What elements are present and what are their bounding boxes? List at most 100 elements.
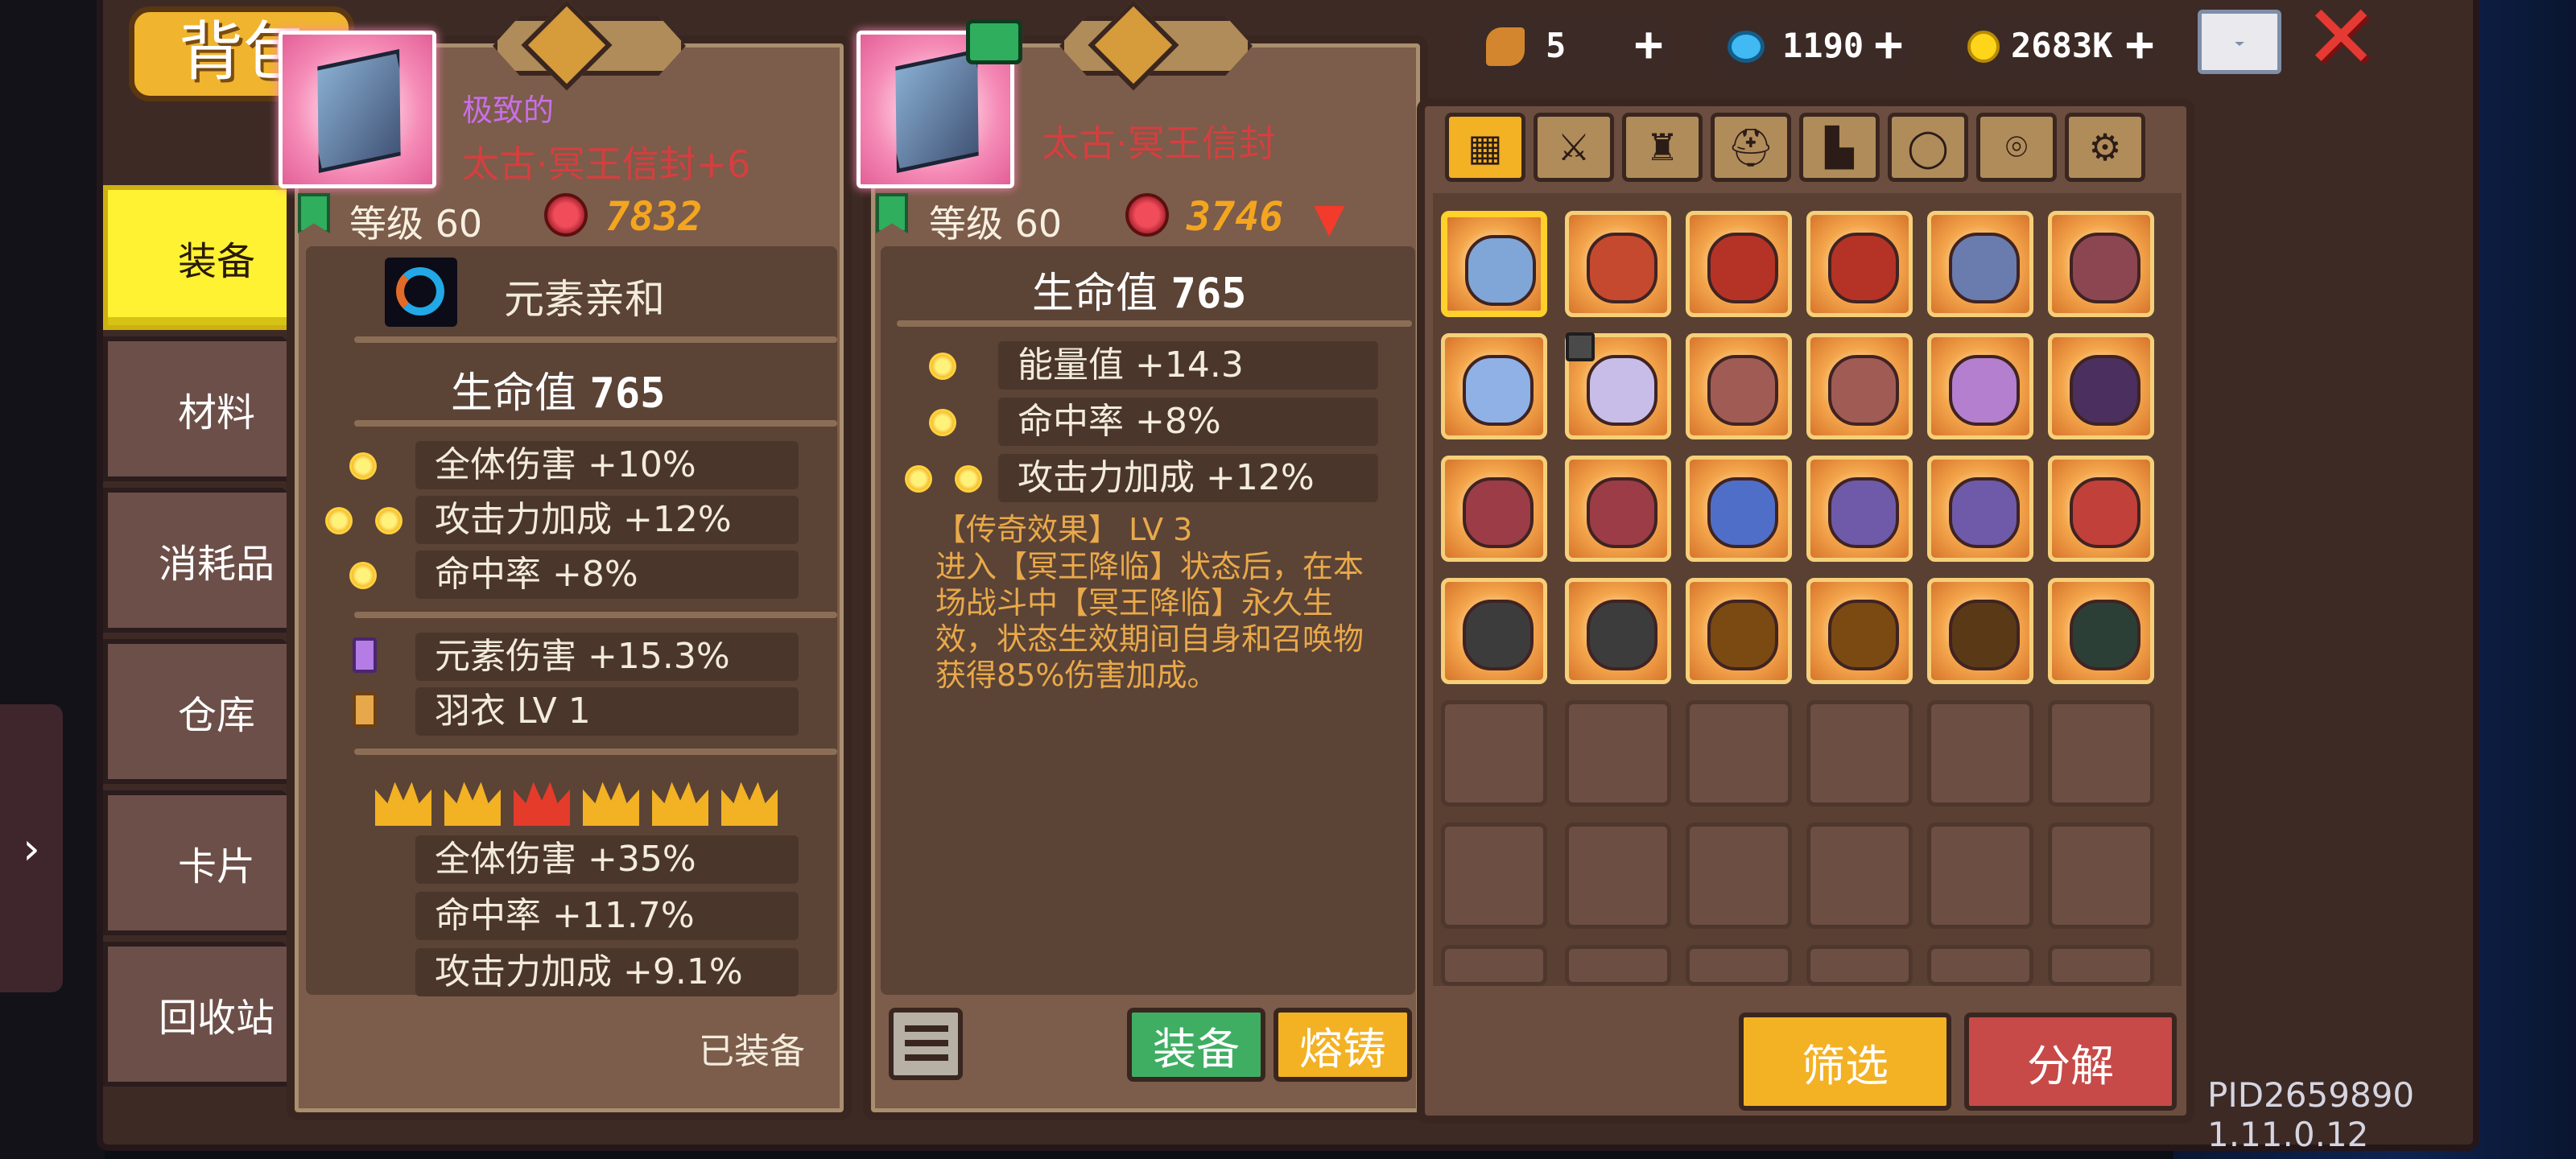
empty-slot[interactable] bbox=[1927, 823, 2033, 929]
empty-slot[interactable] bbox=[1927, 945, 2033, 986]
tome-item-icon bbox=[1828, 355, 1899, 426]
inventory-slot[interactable] bbox=[1927, 333, 2033, 439]
empty-slot[interactable] bbox=[1441, 945, 1547, 986]
inventory-slot[interactable] bbox=[1441, 578, 1547, 684]
filter-helmet-tab[interactable]: ⛑ bbox=[1711, 113, 1791, 182]
inventory-slot[interactable] bbox=[1927, 211, 2033, 317]
filter-ring-tab[interactable]: ◯ bbox=[1888, 113, 1968, 182]
inventory-slot[interactable] bbox=[1806, 456, 1913, 562]
stat-row: 能量值 +14.3 bbox=[998, 341, 1378, 390]
empty-slot[interactable] bbox=[1806, 700, 1913, 806]
empty-slot[interactable] bbox=[1441, 823, 1547, 929]
item-power: 7832 bbox=[605, 193, 703, 240]
empty-slot[interactable] bbox=[1806, 823, 1913, 929]
filter-weapon-tab[interactable]: ⚔ bbox=[1534, 113, 1614, 182]
stat-row: 命中率 +8% bbox=[415, 551, 799, 599]
close-icon[interactable]: ✕ bbox=[2304, 0, 2380, 81]
forge-button[interactable]: 熔铸 bbox=[1274, 1008, 1412, 1082]
empty-slot[interactable] bbox=[1686, 700, 1792, 806]
empty-slot[interactable] bbox=[1565, 945, 1671, 986]
tab-materials[interactable]: 材料 bbox=[103, 336, 314, 481]
empty-slot[interactable] bbox=[2048, 700, 2154, 806]
inventory-slot[interactable] bbox=[1565, 578, 1671, 684]
scroll-item-icon bbox=[1949, 233, 2020, 303]
empty-slot[interactable] bbox=[1686, 823, 1792, 929]
mail-icon[interactable] bbox=[2198, 10, 2281, 74]
stat-row: 命中率 +8% bbox=[998, 398, 1378, 446]
hp-label: 生命值 bbox=[451, 369, 577, 418]
filter-amulet-tab[interactable]: ⌾ bbox=[1976, 113, 2057, 182]
filter-armor-tab[interactable]: ♜ bbox=[1622, 113, 1703, 182]
empty-slot[interactable] bbox=[1686, 945, 1792, 986]
inventory-slot[interactable] bbox=[2048, 578, 2154, 684]
inventory-slot[interactable] bbox=[1927, 456, 2033, 562]
divider bbox=[897, 320, 1412, 327]
inventory-slot[interactable] bbox=[1686, 333, 1792, 439]
filter-button[interactable]: 筛选 bbox=[1739, 1013, 1951, 1111]
add-gem-button[interactable]: + bbox=[1874, 16, 1903, 72]
item-power: 3746 bbox=[1187, 193, 1284, 240]
inventory-slot[interactable] bbox=[1441, 456, 1547, 562]
empty-slot[interactable] bbox=[1565, 700, 1671, 806]
inventory-slot[interactable] bbox=[1441, 211, 1547, 317]
empty-slot[interactable] bbox=[2048, 945, 2154, 986]
orb-item-icon bbox=[1949, 355, 2020, 426]
element-affinity-label: 元素亲和 bbox=[504, 276, 665, 323]
divider bbox=[354, 336, 837, 343]
side-drawer-toggle[interactable]: › bbox=[0, 704, 63, 992]
tab-consumables[interactable]: 消耗品 bbox=[103, 488, 314, 633]
tab-equipment[interactable]: 装备 bbox=[103, 185, 314, 330]
filter-misc-tab[interactable]: ⚙ bbox=[2065, 113, 2145, 182]
inventory-slot[interactable] bbox=[1927, 578, 2033, 684]
gear-icon: ⚙ bbox=[2088, 126, 2122, 169]
crown-bonus-row: 全体伤害 +35% bbox=[415, 835, 799, 884]
divider bbox=[354, 420, 837, 427]
inventory-slot[interactable] bbox=[2048, 333, 2154, 439]
equip-button[interactable]: 装备 bbox=[1127, 1008, 1265, 1082]
filter-all-tab[interactable]: ▦ bbox=[1445, 113, 1525, 182]
star-icon bbox=[929, 353, 956, 380]
inventory-slot[interactable] bbox=[2048, 211, 2154, 317]
inventory-slot[interactable] bbox=[1686, 578, 1792, 684]
legendary-trait-line: 效，状态生效期间自身和召唤物 bbox=[935, 621, 1364, 657]
list-button[interactable] bbox=[889, 1008, 963, 1080]
inventory-slot[interactable] bbox=[1806, 211, 1913, 317]
resource-gold: 2683K + bbox=[1946, 14, 2162, 79]
spiked-shield-item-icon bbox=[1587, 477, 1657, 548]
inventory-slot[interactable] bbox=[1686, 456, 1792, 562]
inventory-slot[interactable] bbox=[1806, 578, 1913, 684]
empty-slot[interactable] bbox=[1441, 700, 1547, 806]
hammer-icon bbox=[1486, 27, 1525, 66]
inventory-slot[interactable] bbox=[1565, 332, 1671, 439]
lock-icon[interactable] bbox=[966, 19, 1022, 64]
empty-slot[interactable] bbox=[1806, 945, 1913, 986]
ice-wing-item-icon bbox=[1587, 355, 1657, 426]
inventory-slot[interactable] bbox=[1806, 333, 1913, 439]
decompose-button[interactable]: 分解 bbox=[1964, 1013, 2177, 1111]
tab-recycle-bin[interactable]: 回收站 bbox=[103, 942, 314, 1087]
add-hammer-button[interactable]: + bbox=[1634, 16, 1663, 72]
dark-wing-item-icon bbox=[2070, 355, 2140, 426]
inventory-slot[interactable] bbox=[2048, 456, 2154, 562]
empty-slot[interactable] bbox=[1927, 700, 2033, 806]
resource-gem: 1190 + bbox=[1705, 14, 1916, 79]
inventory-slot[interactable] bbox=[1686, 211, 1792, 317]
hp-stat: 生命值 765 bbox=[451, 359, 665, 419]
fire-shell-item-icon bbox=[2070, 477, 2140, 548]
empty-slot[interactable] bbox=[1565, 823, 1671, 929]
inventory-slot[interactable] bbox=[1565, 456, 1671, 562]
star-icon bbox=[905, 465, 932, 493]
inventory-slot[interactable] bbox=[1441, 333, 1547, 439]
add-gold-button[interactable]: + bbox=[2125, 16, 2154, 72]
inventory-slot[interactable] bbox=[1565, 211, 1671, 317]
list-icon bbox=[905, 1025, 948, 1032]
demon-item-icon bbox=[1587, 233, 1657, 303]
stat-row: 攻击力加成 +12% bbox=[998, 454, 1378, 502]
stat-row: 攻击力加成 +12% bbox=[415, 496, 799, 544]
tab-cards[interactable]: 卡片 bbox=[103, 790, 314, 935]
legendary-trait-title: 【传奇效果】 LV 3 bbox=[935, 512, 1193, 547]
filter-boots-tab[interactable]: ▙ bbox=[1799, 113, 1880, 182]
tab-warehouse[interactable]: 仓库 bbox=[103, 639, 314, 784]
hp-value: 765 bbox=[589, 369, 666, 418]
empty-slot[interactable] bbox=[2048, 823, 2154, 929]
